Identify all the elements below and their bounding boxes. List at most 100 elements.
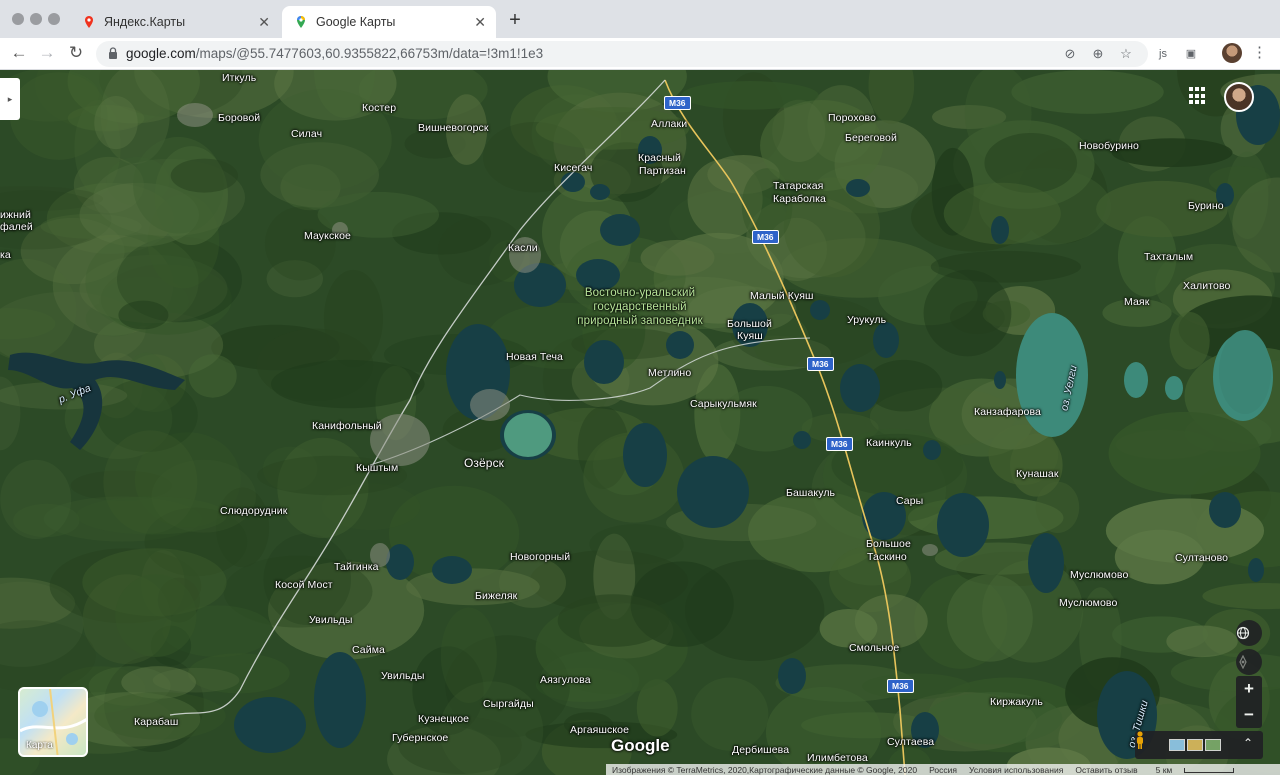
place-label[interactable]: Аязгулова [540,674,591,686]
place-label[interactable]: Большое [866,538,911,550]
place-label[interactable]: Кунашак [1016,468,1059,480]
reload-icon[interactable]: ↻ [65,42,87,64]
place-label[interactable]: Кузнецкое [418,713,469,725]
satellite-map[interactable]: Иткуль Костер Боровой Вишневогорск Силач Алла… [0,70,1280,775]
imagery-thumbnail[interactable] [1205,739,1221,751]
place-label[interactable]: Сайма [352,644,385,656]
place-label[interactable]: Увильды [381,670,425,682]
close-window-button[interactable] [12,13,24,25]
place-label[interactable]: Тайгинка [334,561,379,573]
place-label[interactable]: Башакуль [786,487,835,499]
place-label[interactable]: Кыштым [356,462,398,474]
place-label[interactable]: Татарская [773,180,823,192]
place-label[interactable]: Иткуль [222,72,256,84]
place-label[interactable]: Силач [291,128,322,140]
place-label[interactable]: ка [0,249,11,261]
place-label[interactable]: Тахталым [1144,251,1193,263]
new-tab-button[interactable]: + [506,9,524,32]
reserve-label[interactable]: Восточно-уральский государственный приро… [575,286,705,328]
place-label[interactable]: фалей [0,221,33,233]
bookmark-star-icon[interactable]: ☆ [1118,46,1134,62]
road-shield[interactable]: М36 [664,96,691,110]
place-label[interactable]: Губернское [392,732,448,744]
js-extension-icon[interactable]: js [1154,45,1172,63]
place-label[interactable]: Караболка [773,193,826,205]
place-label[interactable]: Аргаяшское [570,724,629,736]
google-apps-icon[interactable] [1189,87,1207,105]
place-label[interactable]: Киржакуль [990,696,1043,708]
place-label[interactable]: Новобурино [1079,140,1139,152]
imagery-thumbnail[interactable] [1169,739,1185,751]
place-label[interactable]: Муслюмово [1059,597,1117,609]
place-label[interactable]: Касли [508,242,538,254]
scale-indicator[interactable]: 5 км [1150,765,1241,775]
terms-link[interactable]: Условия использования [969,765,1063,775]
place-label[interactable]: Береговой [845,132,897,144]
tab-google-maps[interactable]: Google Карты ✕ [282,6,496,38]
my-location-button[interactable] [1236,649,1262,675]
place-label[interactable]: Кисегач [554,162,592,174]
account-avatar[interactable] [1224,82,1254,112]
place-label[interactable]: Таскино [867,551,907,563]
place-label[interactable]: Озёрск [464,456,504,470]
place-label[interactable]: Порохово [828,112,876,124]
place-label[interactable]: Костер [362,102,396,114]
place-label[interactable]: Смольное [849,642,899,654]
place-label[interactable]: Красный [638,152,681,164]
place-label[interactable]: Дербишева [732,744,789,756]
place-label[interactable]: Вишневогорск [418,122,489,134]
place-label[interactable]: Урукуль [847,314,886,326]
address-bar[interactable]: google.com/maps/@55.7477603,60.9355822,6… [96,41,1148,67]
place-label[interactable]: Султаева [887,736,934,748]
location-blocked-icon[interactable]: ⊘ [1062,46,1078,62]
place-label[interactable]: Маяк [1124,296,1149,308]
place-label[interactable]: Боровой [218,112,260,124]
place-label[interactable]: ижний [0,209,31,221]
map-layer-button[interactable]: Карта [18,687,88,757]
pegman-icon[interactable] [1135,731,1145,749]
close-tab-icon[interactable]: ✕ [258,14,270,31]
profile-avatar[interactable] [1222,43,1242,63]
place-label[interactable]: Бижеляк [475,590,517,602]
place-label[interactable]: Слюдорудник [220,505,287,517]
side-panel-toggle[interactable]: ▸ [0,78,20,120]
place-label[interactable]: Бурино [1188,200,1224,212]
place-label[interactable]: Султаново [1175,552,1228,564]
place-label[interactable]: Муслюмово [1070,569,1128,581]
place-label[interactable]: Партизан [639,165,686,177]
expand-chevron-icon[interactable]: ⌃ [1243,736,1253,750]
place-label[interactable]: Аллаки [651,118,687,130]
place-label[interactable]: Новогорный [510,551,570,563]
forward-arrow-icon[interactable]: → [36,42,58,64]
place-label[interactable]: Каинкуль [866,437,912,449]
tab-yandex-maps[interactable]: Яндекс.Карты ✕ [70,6,280,38]
road-shield[interactable]: М36 [826,437,853,451]
place-label[interactable]: Канзафарова [974,406,1041,418]
road-shield[interactable]: М36 [807,357,834,371]
place-label[interactable]: Новая Теча [506,351,563,363]
place-label[interactable]: Илимбетова [807,752,868,764]
place-label[interactable]: Куяш [737,330,763,342]
place-label[interactable]: Малый Куяш [750,290,814,302]
zoom-out-button[interactable]: − [1236,702,1262,728]
minimize-window-button[interactable] [30,13,42,25]
place-label[interactable]: Сыргайды [483,698,534,710]
more-menu-icon[interactable]: ⋮ [1252,43,1267,61]
extension-icon[interactable]: ▣ [1182,45,1200,63]
road-shield[interactable]: М36 [887,679,914,693]
place-label[interactable]: Карабаш [134,716,178,728]
country-link[interactable]: Россия [929,765,957,775]
add-icon[interactable]: ⊕ [1090,46,1106,62]
place-label[interactable]: Большой [727,318,772,330]
place-label[interactable]: Маукское [304,230,351,242]
zoom-window-button[interactable] [48,13,60,25]
road-shield[interactable]: М36 [752,230,779,244]
globe-view-button[interactable] [1236,620,1262,646]
back-arrow-icon[interactable]: ← [8,42,30,64]
feedback-link[interactable]: Оставить отзыв [1075,765,1137,775]
place-label[interactable]: Сарыкульмяк [690,398,757,410]
place-label[interactable]: Косой Мост [275,579,333,591]
place-label[interactable]: Увильды [309,614,353,626]
zoom-in-button[interactable]: + [1236,676,1262,702]
close-tab-icon[interactable]: ✕ [474,14,486,31]
